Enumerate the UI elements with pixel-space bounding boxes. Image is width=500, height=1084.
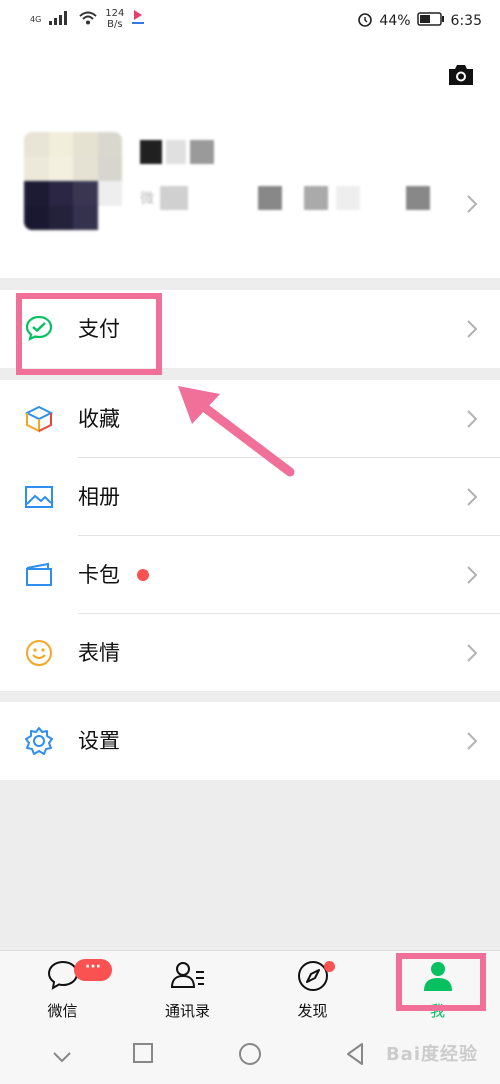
wechat-id-prefix: 微	[140, 191, 154, 207]
app-notification-icon	[132, 9, 145, 29]
pay-highlight-box	[16, 293, 162, 375]
status-bar: 4G 124 B/s 44% 6:35	[0, 0, 500, 42]
network-indicator: 4G	[30, 14, 42, 24]
avatar[interactable]	[24, 132, 122, 230]
status-left: 4G 124 B/s	[30, 8, 145, 30]
chevron-right-icon	[466, 487, 478, 511]
favorites-cube-icon	[24, 404, 54, 434]
card-wallet-icon	[24, 560, 54, 590]
tab-label-discover: 发现	[297, 1002, 328, 1020]
contacts-icon	[169, 959, 207, 995]
settings-group: 设置	[0, 702, 500, 780]
menu-item-cards[interactable]: 卡包	[0, 536, 500, 614]
tab-contacts[interactable]: 通讯录	[125, 951, 250, 1029]
menu-label-favorites: 收藏	[78, 407, 120, 431]
annotation-arrow-icon	[170, 380, 300, 484]
wechat-id-redacted: 微	[140, 186, 430, 210]
menu-label-cards: 卡包	[78, 563, 120, 587]
chevron-right-icon	[466, 565, 478, 589]
clock: 6:35	[450, 13, 482, 29]
chevron-down-icon[interactable]	[52, 1048, 72, 1067]
smiley-icon	[24, 638, 54, 668]
chats-badge: ···	[74, 959, 112, 981]
watermark: Bai度经验	[385, 1044, 478, 1065]
recents-square-icon[interactable]	[132, 1042, 154, 1068]
wifi-icon	[79, 10, 97, 29]
menu-label-settings: 设置	[78, 729, 120, 753]
camera-icon[interactable]	[447, 64, 475, 90]
discover-dot-badge	[324, 961, 335, 972]
tab-label-contacts: 通讯录	[164, 1002, 210, 1020]
back-triangle-icon[interactable]	[344, 1042, 366, 1070]
home-circle-icon[interactable]	[238, 1042, 262, 1070]
status-right: 44% 6:35	[357, 11, 482, 31]
battery-percent: 44%	[379, 13, 411, 29]
network-speed: 124 B/s	[105, 8, 124, 30]
tab-chats[interactable]: ··· 微信	[0, 951, 125, 1029]
chevron-right-icon	[466, 194, 478, 218]
chevron-right-icon	[466, 319, 478, 343]
signal-icon	[49, 10, 71, 29]
menu-label-stickers: 表情	[78, 641, 120, 665]
menu-item-settings[interactable]: 设置	[0, 702, 500, 780]
album-icon	[24, 482, 54, 512]
menu-label-album: 相册	[78, 485, 120, 509]
speed-value: 124	[105, 8, 125, 19]
settings-gear-icon	[24, 726, 54, 756]
tab-label-chats: 微信	[47, 1002, 78, 1020]
battery-icon	[416, 12, 445, 30]
tab-discover[interactable]: 发现	[250, 951, 375, 1029]
nickname-redacted	[140, 140, 214, 164]
chevron-right-icon	[466, 643, 478, 667]
alarm-icon	[357, 11, 373, 31]
chevron-right-icon	[466, 409, 478, 433]
speed-unit: B/s	[107, 19, 123, 30]
me-tab-highlight-box	[396, 953, 486, 1011]
menu-item-stickers[interactable]: 表情	[0, 614, 500, 692]
unread-dot	[137, 569, 149, 581]
profile-header[interactable]: 微	[0, 42, 500, 278]
chevron-right-icon	[466, 731, 478, 755]
